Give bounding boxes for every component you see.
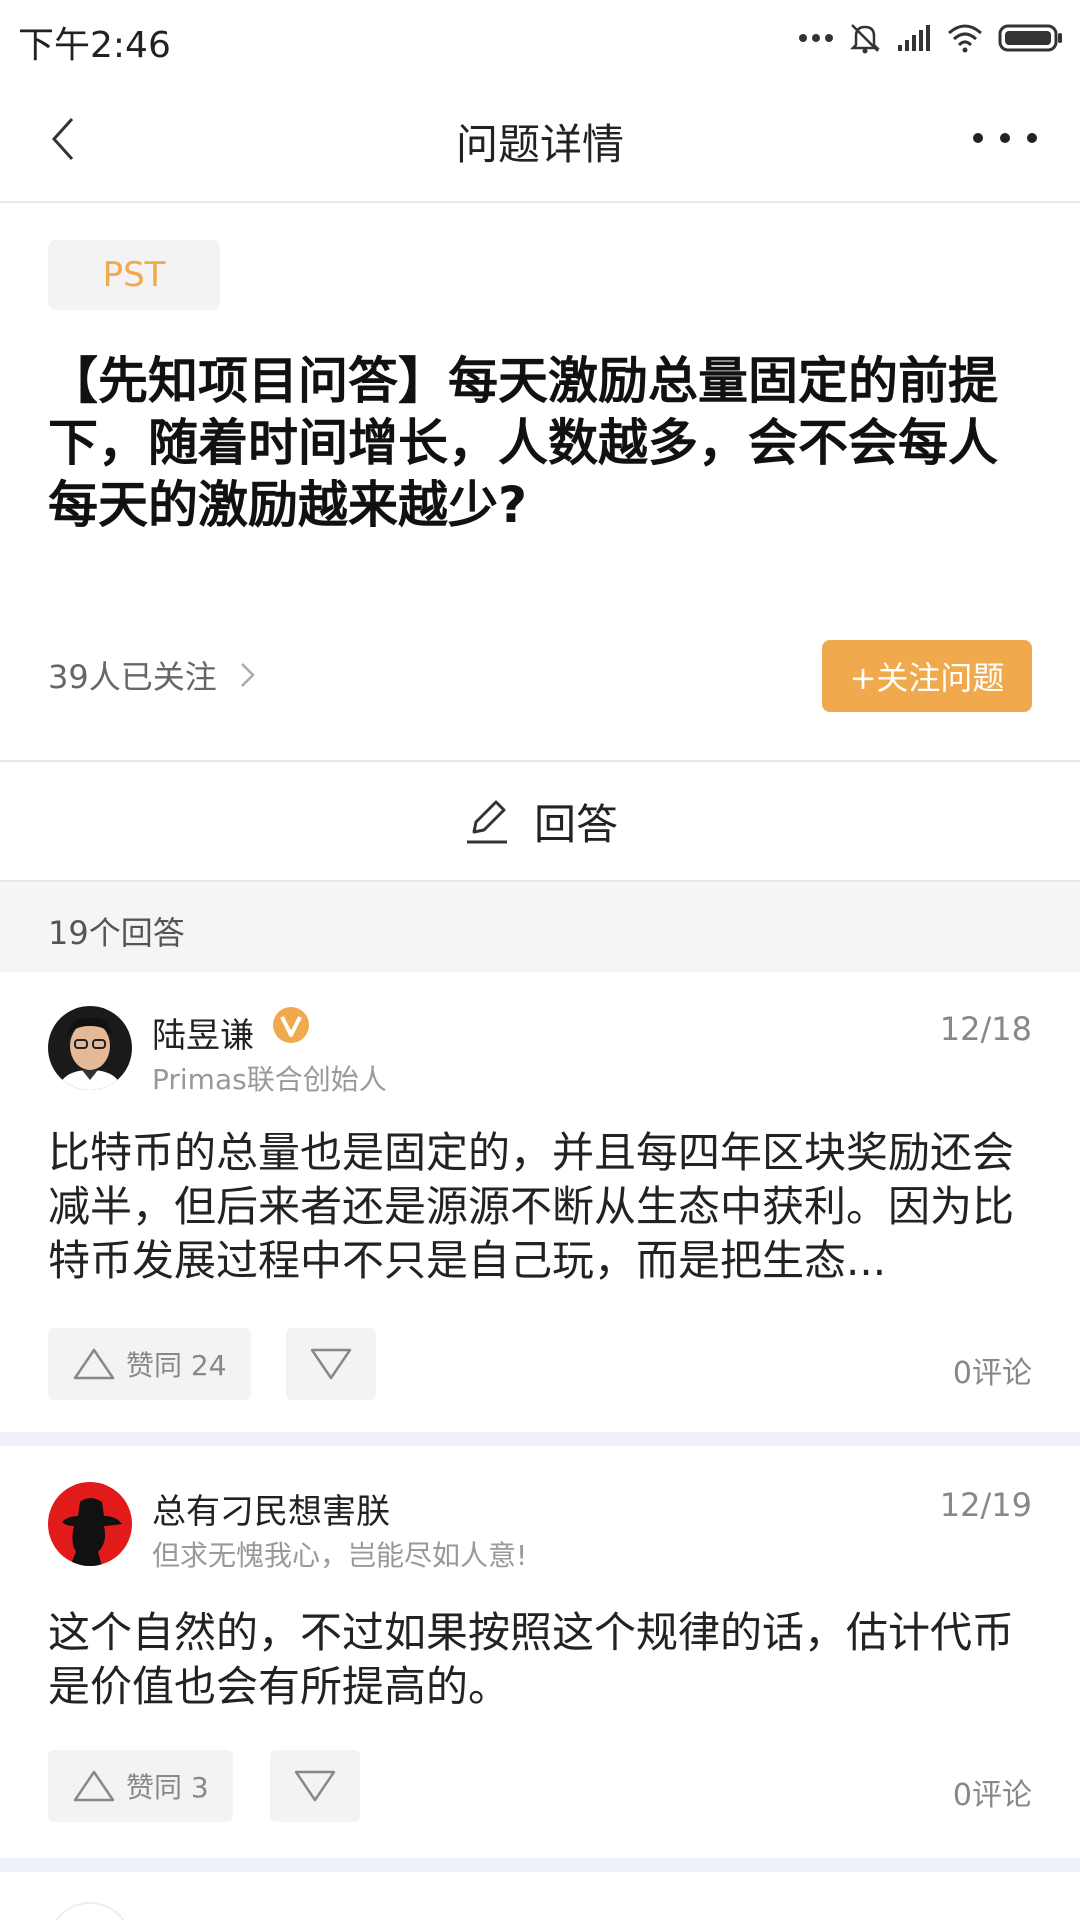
answer-text[interactable]: 比特币的总量也是固定的，并且每四年区块奖励还会减半，但后来者还是源源不断从生态中… — [48, 1126, 1033, 1288]
triangle-down-icon — [294, 1770, 336, 1802]
comments-link[interactable]: 0评论 — [953, 1348, 1032, 1392]
more-button[interactable] — [970, 123, 1040, 153]
triangle-down-icon — [310, 1348, 352, 1380]
page-title: 问题详情 — [455, 120, 624, 169]
avatar[interactable] — [48, 1006, 132, 1090]
answer-date: 12/18 — [939, 1010, 1032, 1048]
write-answer-button[interactable]: 回答 — [0, 762, 1080, 880]
upvote-button[interactable]: 赞同 3 — [48, 1750, 233, 1822]
upvote-button[interactable]: 赞同 24 — [48, 1328, 251, 1400]
status-bar: 下午2:46 — [0, 0, 1080, 75]
author-title: Primas联合创始人 — [152, 1063, 387, 1096]
next-answer-peek — [0, 1872, 1080, 1920]
status-icons — [798, 18, 1064, 58]
nav-bar: 问题详情 — [0, 75, 1080, 203]
followers-count: 39人已关注 — [48, 658, 217, 696]
question-tag[interactable]: PST — [48, 240, 220, 310]
followers-link[interactable]: 39人已关注 — [48, 652, 257, 698]
wifi-icon — [948, 24, 982, 53]
avatar — [48, 1902, 132, 1920]
signal-icon — [898, 25, 930, 51]
answer-text[interactable]: 这个自然的，不过如果按照这个规律的话，估计代币是价值也会有所提高的。 — [48, 1606, 1033, 1714]
pencil-icon — [466, 800, 507, 844]
author-title: 但求无愧我心，岂能尽如人意! — [152, 1539, 528, 1572]
answer-count-bar: 19个回答 — [0, 880, 1080, 972]
answer-button-label: 回答 — [533, 799, 618, 849]
mute-icon — [849, 24, 881, 54]
answer-card[interactable]: 总有刁民想害朕 但求无愧我心，岂能尽如人意! 12/19 这个自然的，不过如果按… — [0, 1446, 1080, 1858]
question-title: 【先知项目问答】每天激励总量固定的前提下，随着时间增长，人数越多，会不会每人每天… — [48, 352, 998, 534]
divider-band — [0, 1432, 1080, 1446]
comments-link[interactable]: 0评论 — [953, 1770, 1032, 1814]
downvote-button[interactable] — [286, 1328, 376, 1400]
answer-date: 12/19 — [939, 1486, 1032, 1524]
answer-card[interactable]: 陆昱谦 Primas联合创始人 12/18 比特币的总量也是固定的，并且每四年区… — [0, 972, 1080, 1432]
divider-band — [0, 1858, 1080, 1872]
status-time: 下午2:46 — [18, 25, 171, 66]
answer-count: 19个回答 — [48, 914, 185, 952]
verified-icon — [272, 1006, 310, 1044]
upvote-label: 赞同 24 — [126, 1349, 227, 1382]
battery-icon — [998, 24, 1062, 52]
chevron-right-icon — [240, 663, 255, 687]
follow-question-button[interactable]: +关注问题 — [822, 640, 1032, 712]
more-horizontal-icon — [973, 133, 1037, 143]
upvote-label: 赞同 3 — [126, 1771, 209, 1804]
author-name[interactable]: 总有刁民想害朕 — [152, 1484, 390, 1533]
triangle-up-icon — [73, 1348, 115, 1380]
triangle-up-icon — [73, 1770, 115, 1802]
downvote-button[interactable] — [270, 1750, 360, 1822]
author-name[interactable]: 陆昱谦 — [152, 1008, 254, 1057]
more-dots-icon — [799, 34, 833, 42]
avatar[interactable] — [48, 1482, 132, 1566]
